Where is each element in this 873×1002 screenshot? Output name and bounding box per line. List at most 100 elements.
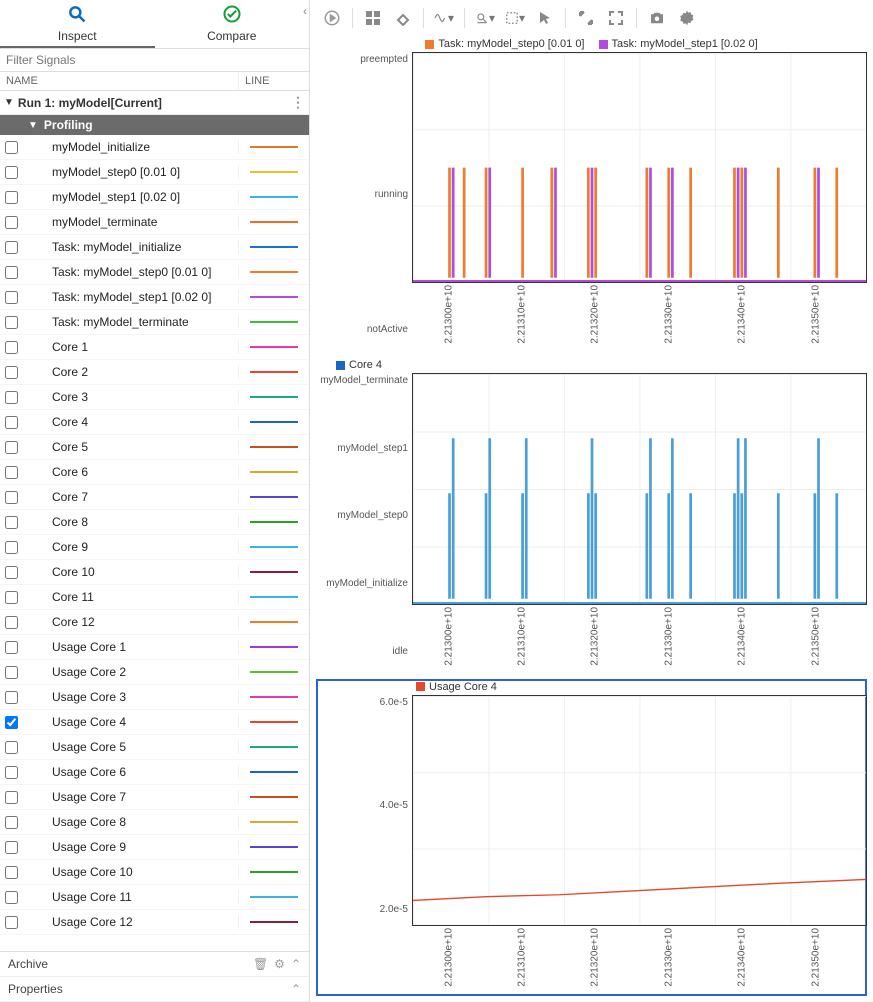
signal-row[interactable]: Usage Core 9 xyxy=(0,835,309,860)
signal-row[interactable]: Usage Core 10 xyxy=(0,860,309,885)
signal-checkbox[interactable] xyxy=(0,591,22,604)
signal-checkbox[interactable] xyxy=(0,791,22,804)
signal-row[interactable]: Core 2 xyxy=(0,360,309,385)
collapse-sidebar-icon[interactable]: ‹ xyxy=(303,4,307,18)
signal-checkbox[interactable] xyxy=(0,816,22,829)
signal-row[interactable]: Core 4 xyxy=(0,410,309,435)
signal-row[interactable]: Core 3 xyxy=(0,385,309,410)
signal-checkbox[interactable] xyxy=(0,891,22,904)
filter-signals-input[interactable] xyxy=(0,49,309,71)
signal-checkbox[interactable] xyxy=(0,216,22,229)
signal-row[interactable]: myModel_step0 [0.01 0] xyxy=(0,160,309,185)
signal-row[interactable]: Core 7 xyxy=(0,485,309,510)
chart-core4[interactable]: Core 4 myModel_terminate myModel_step1 m… xyxy=(316,357,867,674)
signal-row[interactable]: Core 6 xyxy=(0,460,309,485)
signal-row[interactable]: Usage Core 6 xyxy=(0,760,309,785)
gear-icon[interactable] xyxy=(677,8,697,28)
chart1-plot[interactable] xyxy=(412,52,867,283)
signal-row[interactable]: Task: myModel_step1 [0.02 0] xyxy=(0,285,309,310)
signal-row[interactable]: Usage Core 5 xyxy=(0,735,309,760)
chart2-plot[interactable] xyxy=(412,373,867,604)
signal-tree[interactable]: ▼ Run 1: myModel[Current] ⋮ ▼ Profiling … xyxy=(0,91,309,951)
signal-checkbox[interactable] xyxy=(0,441,22,454)
signal-checkbox[interactable] xyxy=(0,541,22,554)
signal-checkbox[interactable] xyxy=(0,516,22,529)
signal-row[interactable]: Core 11 xyxy=(0,585,309,610)
signal-checkbox[interactable] xyxy=(0,716,22,729)
group-profiling[interactable]: ▼ Profiling xyxy=(0,115,309,135)
zoom-region-icon[interactable]: ▾ xyxy=(505,8,525,28)
signal-row[interactable]: Usage Core 8 xyxy=(0,810,309,835)
fit-icon[interactable] xyxy=(576,8,596,28)
signal-row[interactable]: Usage Core 2 xyxy=(0,660,309,685)
signal-row[interactable]: Task: myModel_terminate xyxy=(0,310,309,335)
grid-layout-icon[interactable] xyxy=(363,8,383,28)
signal-checkbox[interactable] xyxy=(0,491,22,504)
waveform-icon[interactable]: ▾ xyxy=(434,8,454,28)
archive-panel[interactable]: Archive 🗑 ⚙ ⌃ xyxy=(0,952,309,977)
signal-name: Usage Core 4 xyxy=(22,715,239,729)
signal-row[interactable]: Core 8 xyxy=(0,510,309,535)
signal-row[interactable]: Task: myModel_initialize xyxy=(0,235,309,260)
signal-checkbox[interactable] xyxy=(0,391,22,404)
signal-row[interactable]: myModel_initialize xyxy=(0,135,309,160)
signal-checkbox[interactable] xyxy=(0,641,22,654)
signal-row[interactable]: Core 12 xyxy=(0,610,309,635)
signal-checkbox[interactable] xyxy=(0,241,22,254)
signal-checkbox[interactable] xyxy=(0,316,22,329)
signal-checkbox[interactable] xyxy=(0,841,22,854)
tab-compare[interactable]: Compare xyxy=(155,0,310,48)
signal-row[interactable]: Core 9 xyxy=(0,535,309,560)
chevron-up-icon[interactable]: ⌃ xyxy=(291,982,301,996)
signal-row[interactable]: Core 10 xyxy=(0,560,309,585)
col-line-header[interactable]: LINE xyxy=(239,72,309,90)
signal-row[interactable]: Usage Core 4 xyxy=(0,710,309,735)
chart3-plot[interactable] xyxy=(412,695,867,926)
signal-row[interactable]: Core 1 xyxy=(0,335,309,360)
signal-checkbox[interactable] xyxy=(0,766,22,779)
signal-checkbox[interactable] xyxy=(0,566,22,579)
signal-checkbox[interactable] xyxy=(0,291,22,304)
signal-row[interactable]: Usage Core 1 xyxy=(0,635,309,660)
chevron-up-icon[interactable]: ⌃ xyxy=(291,957,301,971)
fullscreen-icon[interactable] xyxy=(606,8,626,28)
signal-checkbox[interactable] xyxy=(0,366,22,379)
signal-checkbox[interactable] xyxy=(0,266,22,279)
gear-icon[interactable]: ⚙ xyxy=(274,957,285,971)
clear-icon[interactable] xyxy=(393,8,413,28)
col-name-header[interactable]: NAME xyxy=(0,72,239,90)
signal-row[interactable]: Usage Core 12 xyxy=(0,910,309,935)
signal-checkbox[interactable] xyxy=(0,691,22,704)
chart-task-states[interactable]: Task: myModel_step0 [0.01 0] Task: myMod… xyxy=(316,36,867,353)
pointer-icon[interactable] xyxy=(535,8,555,28)
run-row[interactable]: ▼ Run 1: myModel[Current] ⋮ xyxy=(0,91,309,115)
signal-row[interactable]: Usage Core 7 xyxy=(0,785,309,810)
signal-line-swatch xyxy=(239,796,309,798)
signal-row[interactable]: Task: myModel_step0 [0.01 0] xyxy=(0,260,309,285)
signal-row[interactable]: Usage Core 3 xyxy=(0,685,309,710)
signal-checkbox[interactable] xyxy=(0,916,22,929)
signal-checkbox[interactable] xyxy=(0,616,22,629)
signal-checkbox[interactable] xyxy=(0,741,22,754)
signal-row[interactable]: myModel_step1 [0.02 0] xyxy=(0,185,309,210)
tab-inspect[interactable]: Inspect xyxy=(0,0,155,48)
camera-icon[interactable] xyxy=(647,8,667,28)
signal-row[interactable]: Usage Core 11 xyxy=(0,885,309,910)
signal-checkbox[interactable] xyxy=(0,416,22,429)
signal-checkbox[interactable] xyxy=(0,191,22,204)
run-icon[interactable] xyxy=(322,8,342,28)
signal-row[interactable]: myModel_terminate xyxy=(0,210,309,235)
signal-checkbox[interactable] xyxy=(0,141,22,154)
signal-checkbox[interactable] xyxy=(0,466,22,479)
signal-checkbox[interactable] xyxy=(0,866,22,879)
signal-checkbox[interactable] xyxy=(0,341,22,354)
signal-row[interactable]: Core 5 xyxy=(0,435,309,460)
more-icon[interactable]: ⋮ xyxy=(291,94,305,111)
signal-checkbox[interactable] xyxy=(0,166,22,179)
chart-usage-core4[interactable]: Usage Core 4 6.0e-5 4.0e-5 2.0e-5 2.2130… xyxy=(316,679,867,996)
ytick: 6.0e-5 xyxy=(380,697,408,708)
properties-panel[interactable]: Properties ⌃ xyxy=(0,977,309,1002)
trash-icon[interactable]: 🗑 xyxy=(253,957,268,971)
signal-checkbox[interactable] xyxy=(0,666,22,679)
cursor-measure-icon[interactable]: ▾ xyxy=(475,8,495,28)
